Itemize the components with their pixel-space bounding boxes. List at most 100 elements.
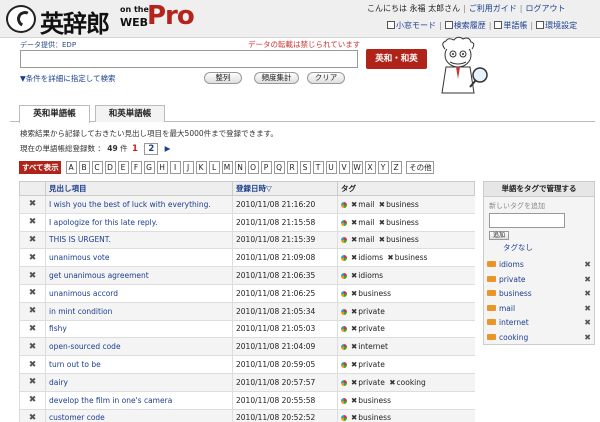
remove-tag-icon[interactable]: ✖ <box>379 235 385 244</box>
nav-settings[interactable]: 環境設定 <box>545 21 577 30</box>
tag-label[interactable]: internet <box>358 342 388 351</box>
filter-letter[interactable]: J <box>182 161 194 174</box>
frequency-button[interactable]: 頻度集計 <box>254 72 299 84</box>
tag-label[interactable]: business <box>358 396 391 405</box>
filter-letter[interactable]: Y <box>377 161 389 174</box>
filter-all[interactable]: すべて表示 <box>19 161 61 174</box>
delete-tag-icon[interactable]: ✖ <box>584 273 591 287</box>
filter-letter[interactable]: M <box>221 161 233 174</box>
nav-mini-window[interactable]: 小窓モード <box>396 21 436 30</box>
delete-row-icon[interactable]: ✖ <box>19 284 46 303</box>
side-tag-label[interactable]: cooking <box>499 333 528 342</box>
side-tag-item[interactable]: mail ✖ <box>487 302 591 316</box>
tag-edit-icon[interactable] <box>341 273 347 280</box>
filter-letter[interactable]: W <box>351 161 363 174</box>
page-2[interactable]: 2 <box>144 143 159 155</box>
date-column-header[interactable]: 登録日時▽ <box>232 181 338 196</box>
delete-row-icon[interactable]: ✖ <box>19 355 46 374</box>
filter-letter[interactable]: L <box>208 161 220 174</box>
remove-tag-icon[interactable]: ✖ <box>379 200 385 209</box>
side-tag-item[interactable]: idioms ✖ <box>487 258 591 272</box>
nav-search-history[interactable]: 検索履歴 <box>454 21 486 30</box>
filter-letter[interactable]: X <box>364 161 376 174</box>
filter-letter[interactable]: B <box>78 161 90 174</box>
tag-label[interactable]: business <box>386 235 419 244</box>
remove-tag-icon[interactable]: ✖ <box>351 360 357 369</box>
remove-tag-icon[interactable]: ✖ <box>351 200 357 209</box>
remove-tag-icon[interactable]: ✖ <box>351 396 357 405</box>
tag-label[interactable]: business <box>395 253 428 262</box>
delete-row-icon[interactable]: ✖ <box>19 231 46 250</box>
remove-tag-icon[interactable]: ✖ <box>351 218 357 227</box>
word-column-header[interactable]: 見出し項目 <box>45 181 233 196</box>
word-link[interactable]: get unanimous agreement <box>45 266 233 285</box>
remove-tag-icon[interactable]: ✖ <box>351 413 357 422</box>
side-tag-label[interactable]: internet <box>499 318 529 327</box>
side-tag-label[interactable]: idioms <box>499 260 524 269</box>
remove-tag-icon[interactable]: ✖ <box>351 307 357 316</box>
tab-japanese-english[interactable]: 和英単語帳 <box>95 105 165 122</box>
word-link[interactable]: develop the film in one's camera <box>45 391 233 410</box>
filter-letter[interactable]: G <box>143 161 155 174</box>
tag-edit-icon[interactable] <box>341 379 347 386</box>
tag-edit-icon[interactable] <box>341 308 347 315</box>
remove-tag-icon[interactable]: ✖ <box>351 324 357 333</box>
remove-tag-icon[interactable]: ✖ <box>351 342 357 351</box>
filter-letter[interactable]: V <box>338 161 350 174</box>
word-link[interactable]: open-sourced code <box>45 337 233 357</box>
delete-row-icon[interactable]: ✖ <box>19 373 46 392</box>
tag-label[interactable]: idioms <box>358 253 383 262</box>
word-link[interactable]: I wish you the best of luck with everyth… <box>45 195 233 214</box>
search-button[interactable]: 英和・和英 <box>366 49 427 69</box>
filter-other[interactable]: その他 <box>406 161 435 174</box>
word-link[interactable]: fishy <box>45 320 233 339</box>
remove-tag-icon[interactable]: ✖ <box>351 378 357 387</box>
word-link[interactable]: dairy <box>45 373 233 392</box>
tab-english-japanese[interactable]: 英和単語帳 <box>19 105 90 123</box>
delete-row-icon[interactable]: ✖ <box>19 409 46 422</box>
tag-label[interactable]: mail <box>358 200 374 209</box>
tag-label[interactable]: mail <box>358 235 374 244</box>
delete-tag-icon[interactable]: ✖ <box>584 258 591 272</box>
page-1[interactable]: 1 <box>132 144 138 154</box>
remove-tag-icon[interactable]: ✖ <box>387 253 393 262</box>
delete-row-icon[interactable]: ✖ <box>19 391 46 410</box>
tag-label[interactable]: business <box>358 289 391 298</box>
advanced-search-link[interactable]: ▼条件を詳細に指定して検索 <box>20 73 116 84</box>
filter-letter[interactable]: E <box>117 161 129 174</box>
tag-edit-icon[interactable] <box>341 290 347 297</box>
filter-letter[interactable]: D <box>104 161 116 174</box>
word-link[interactable]: in mint condition <box>45 302 233 321</box>
remove-tag-icon[interactable]: ✖ <box>351 235 357 244</box>
guide-link[interactable]: ご利用ガイド <box>469 4 517 13</box>
filter-letter[interactable]: K <box>195 161 207 174</box>
tag-label[interactable]: private <box>358 307 385 316</box>
filter-letter[interactable]: A <box>65 161 77 174</box>
tag-edit-icon[interactable] <box>341 344 347 351</box>
tag-edit-icon[interactable] <box>341 415 347 422</box>
filter-letter[interactable]: I <box>169 161 181 174</box>
logout-link[interactable]: ログアウト <box>526 4 566 13</box>
tag-label[interactable]: mail <box>358 218 374 227</box>
delete-tag-icon[interactable]: ✖ <box>584 302 591 316</box>
remove-tag-icon[interactable]: ✖ <box>351 271 357 280</box>
delete-row-icon[interactable]: ✖ <box>19 248 46 268</box>
tag-edit-icon[interactable] <box>341 362 347 369</box>
delete-tag-icon[interactable]: ✖ <box>584 316 591 330</box>
tag-edit-icon[interactable] <box>341 255 347 262</box>
remove-tag-icon[interactable]: ✖ <box>351 289 357 298</box>
tag-label[interactable]: cooking <box>397 378 426 387</box>
side-tag-label[interactable]: business <box>499 289 532 298</box>
tag-label[interactable]: business <box>386 200 419 209</box>
logo-title[interactable]: 英辞郎 <box>40 4 110 39</box>
delete-row-icon[interactable]: ✖ <box>19 302 46 321</box>
next-page-button[interactable]: ▶ <box>165 144 171 153</box>
sort-button[interactable]: 整列 <box>204 72 242 84</box>
word-link[interactable]: unanimous accord <box>45 284 233 303</box>
word-link[interactable]: unanimous vote <box>45 248 233 268</box>
tag-label[interactable]: idioms <box>358 271 383 280</box>
nav-wordbook[interactable]: 単語帳 <box>503 21 527 30</box>
filter-letter[interactable]: O <box>247 161 259 174</box>
new-tag-input[interactable] <box>489 213 565 228</box>
delete-row-icon[interactable]: ✖ <box>19 213 46 232</box>
